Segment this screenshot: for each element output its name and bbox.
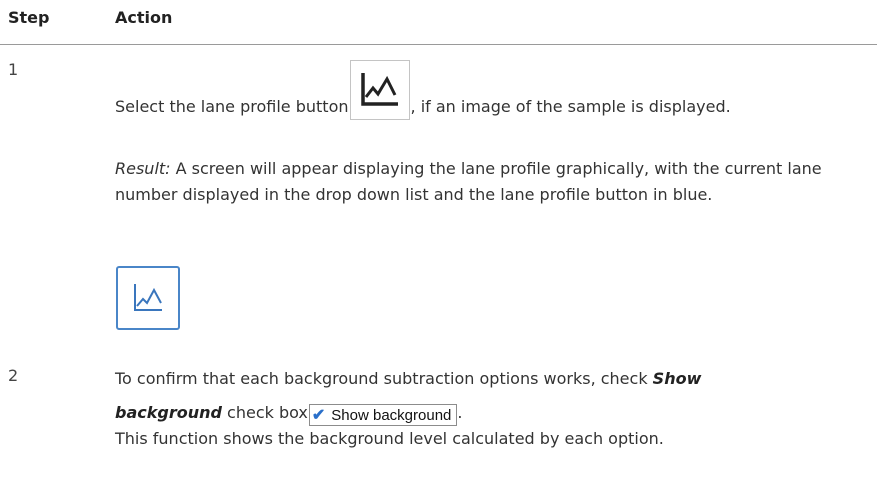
step-2-text-line3: This function shows the background level… xyxy=(115,429,664,448)
show-emphasis: Show xyxy=(652,369,702,388)
step-2-instruction: To confirm that each background subtract… xyxy=(115,366,875,392)
lane-profile-icon xyxy=(360,73,398,106)
column-header-step: Step xyxy=(8,8,50,27)
result-label: Result: xyxy=(115,159,171,178)
step-2-text-after-checkbox: . xyxy=(457,403,463,422)
checkmark-icon: ✔ xyxy=(311,407,326,424)
step-1-text-before: Select the lane profile button xyxy=(115,97,349,116)
lane-profile-button-active xyxy=(116,266,180,330)
step-1-instruction: Select the lane profile button , if an i… xyxy=(115,60,875,120)
step-number-1: 1 xyxy=(8,60,19,79)
result-text: A screen will appear displaying the lane… xyxy=(115,159,822,204)
checkbox-label: Show background xyxy=(331,407,452,424)
lane-profile-button-image xyxy=(349,60,410,120)
step-1-text-after: , if an image of the sample is displayed… xyxy=(410,97,731,116)
step-1-result: Result: A screen will appear displaying … xyxy=(115,156,845,208)
show-background-checkbox-image: ✔ Show background xyxy=(308,404,458,426)
step-2-text-before-checkbox: check box xyxy=(221,403,308,422)
background-emphasis: background xyxy=(115,403,222,422)
column-header-action: Action xyxy=(115,8,173,27)
lane-profile-icon-blue xyxy=(134,284,162,311)
step-2-text-line1: To confirm that each background subtract… xyxy=(115,369,653,388)
step-2-instruction-cont: background check box ✔ Show background. Thi… xyxy=(115,400,875,452)
header-divider xyxy=(0,44,877,45)
step-number-2: 2 xyxy=(8,366,19,385)
